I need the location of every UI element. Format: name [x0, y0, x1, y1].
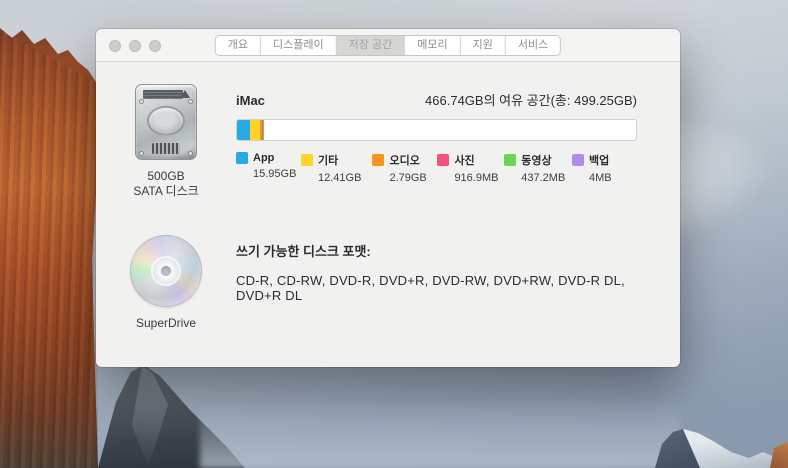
minimize-button[interactable]	[129, 40, 141, 52]
disk-capacity-label: 500GB SATA 디스크	[133, 169, 198, 199]
storage-header: iMac 466.74GB의 여유 공간(총: 499.25GB)	[236, 90, 637, 109]
legend-label: App	[253, 152, 274, 164]
disk-capacity-line1: 500GB	[133, 169, 198, 184]
zoom-button[interactable]	[149, 40, 161, 52]
traffic-lights	[109, 40, 161, 52]
legend-color-chip	[301, 154, 313, 166]
superdrive-label: SuperDrive	[136, 316, 196, 331]
legend-label: 백업	[589, 152, 609, 168]
storage-usage-bar	[236, 119, 637, 141]
hard-disk-icon-screw	[139, 151, 144, 156]
legend-value: 4MB	[589, 172, 637, 184]
bar-segment-App	[237, 120, 250, 140]
legend-item-기타: 기타 12.41GB	[301, 152, 372, 184]
writable-formats-list: CD-R, CD-RW, DVD-R, DVD+R, DVD-RW, DVD+R…	[236, 273, 637, 303]
legend-value: 437.2MB	[521, 172, 572, 184]
tab-서비스[interactable]: 서비스	[506, 36, 560, 55]
hard-disk-icon-platter	[147, 106, 185, 136]
window-content: 500GB SATA 디스크 iMac 466.74GB의 여유 공간(총: 4…	[96, 62, 680, 331]
legend-item-사진: 사진 916.9MB	[437, 152, 504, 184]
hard-disk-icon	[135, 84, 197, 160]
internal-disk-section: 500GB SATA 디스크 iMac 466.74GB의 여유 공간(총: 4…	[96, 82, 637, 199]
superdrive-icon	[130, 235, 202, 307]
tab-bar: 개요디스플레이저장 공간메모리지원서비스	[215, 35, 561, 56]
hard-disk-icon-logo	[180, 90, 190, 98]
free-space-text: 466.74GB의 여유 공간(총: 499.25GB)	[425, 90, 637, 109]
legend-item-오디오: 오디오 2.79GB	[372, 152, 437, 184]
legend-value: 15.95GB	[253, 168, 301, 180]
tab-개요[interactable]: 개요	[216, 36, 261, 55]
desktop-wallpaper: 개요디스플레이저장 공간메모리지원서비스 500	[0, 0, 788, 468]
legend-label: 동영상	[521, 152, 551, 168]
legend-color-chip	[236, 152, 248, 164]
background-valley-fog	[200, 398, 680, 468]
legend-label: 기타	[318, 152, 338, 168]
hard-disk-icon-screw	[188, 99, 193, 104]
legend-item-App: App 15.95GB	[236, 152, 301, 184]
superdrive-section: SuperDrive 쓰기 가능한 디스크 포맷: CD-R, CD-RW, D…	[96, 235, 637, 331]
legend-item-동영상: 동영상 437.2MB	[504, 152, 572, 184]
tab-저장 공간[interactable]: 저장 공간	[337, 36, 406, 55]
legend-color-chip	[504, 154, 516, 166]
disk-capacity-line2: SATA 디스크	[133, 184, 198, 199]
superdrive-details: 쓰기 가능한 디스크 포맷: CD-R, CD-RW, DVD-R, DVD+R…	[236, 235, 637, 331]
hard-disk-icon-vents	[152, 143, 180, 154]
legend-label: 사진	[454, 152, 474, 168]
storage-legend: App15.95GB기타12.41GB오디오2.79GB사진916.9MB동영상…	[236, 152, 637, 184]
writable-formats-title: 쓰기 가능한 디스크 포맷:	[236, 241, 637, 260]
disk-name: iMac	[236, 93, 265, 108]
bar-segment-기타	[250, 120, 260, 140]
legend-color-chip	[572, 154, 584, 166]
background-cliff-texture	[0, 30, 100, 468]
tab-메모리[interactable]: 메모리	[405, 36, 460, 55]
superdrive-icon-hole	[161, 266, 171, 276]
legend-value: 12.41GB	[318, 172, 372, 184]
about-this-mac-window: 개요디스플레이저장 공간메모리지원서비스 500	[96, 29, 680, 367]
legend-label: 오디오	[389, 152, 419, 168]
legend-color-chip	[372, 154, 384, 166]
close-button[interactable]	[109, 40, 121, 52]
internal-disk-device: 500GB SATA 디스크	[96, 82, 236, 199]
legend-value: 916.9MB	[454, 172, 504, 184]
legend-value: 2.79GB	[389, 172, 437, 184]
tab-지원[interactable]: 지원	[461, 36, 506, 55]
storage-details: iMac 466.74GB의 여유 공간(총: 499.25GB) App 15.…	[236, 82, 637, 199]
superdrive-device: SuperDrive	[96, 235, 236, 331]
hard-disk-icon-screw	[188, 151, 193, 156]
legend-item-백업: 백업 4MB	[572, 152, 637, 184]
window-titlebar[interactable]: 개요디스플레이저장 공간메모리지원서비스	[96, 29, 680, 62]
legend-color-chip	[437, 154, 449, 166]
hard-disk-icon-screw	[139, 99, 144, 104]
tab-디스플레이[interactable]: 디스플레이	[261, 36, 337, 55]
hard-disk-icon-label	[143, 90, 183, 99]
